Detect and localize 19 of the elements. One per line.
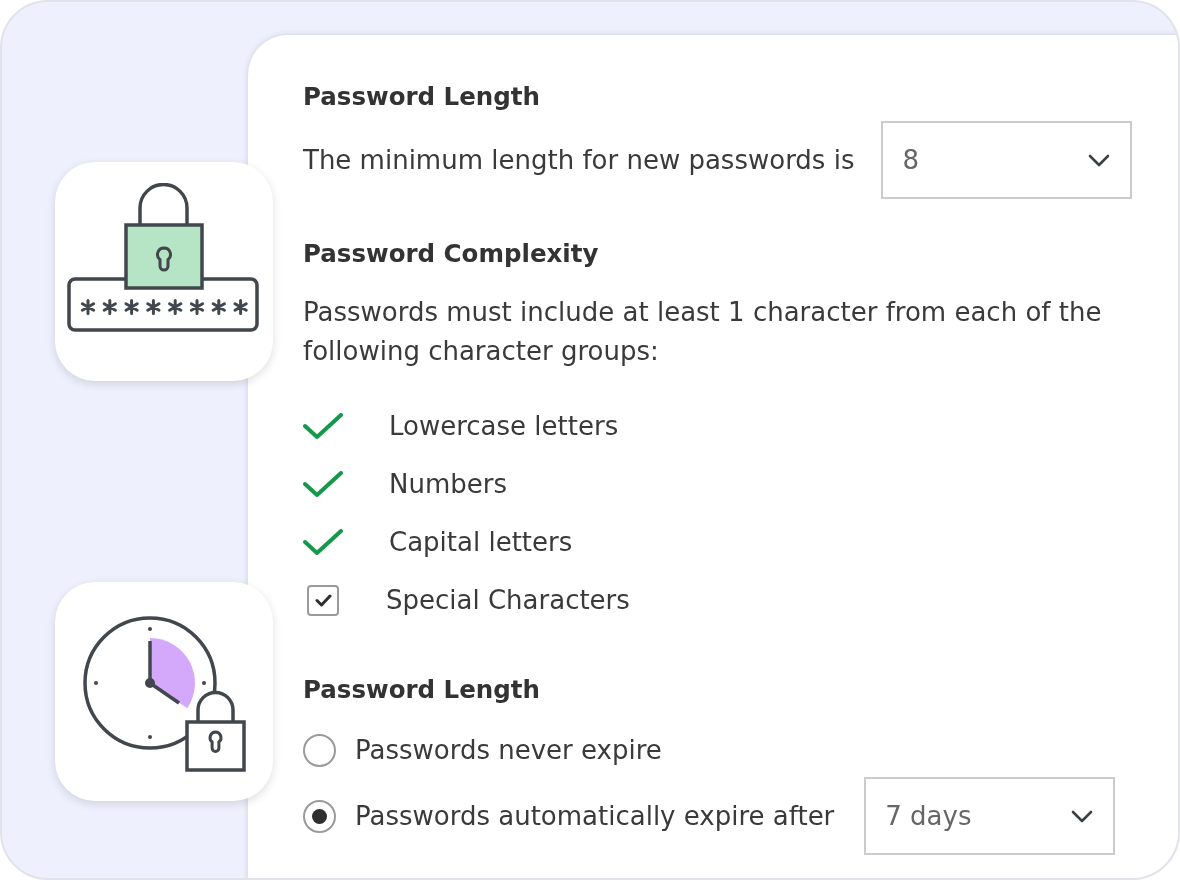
- section-heading: Password Length: [303, 674, 541, 706]
- requirement-label: Lowercase letters: [389, 409, 619, 443]
- dropdown-select[interactable]: 7 days: [864, 777, 1116, 855]
- option-label: Passwords never expire: [355, 733, 662, 767]
- setting-label: The minimum length for new passwords is: [303, 143, 855, 177]
- requirement-label: Special Characters: [386, 583, 630, 617]
- radio-button[interactable]: [303, 799, 336, 833]
- section-heading: Password Complexity: [303, 238, 600, 270]
- requirement-label: Capital letters: [389, 525, 573, 559]
- chevron-down-icon: [1088, 153, 1111, 167]
- requirement-label: Numbers: [389, 467, 507, 501]
- chevron-down-icon: [1071, 809, 1094, 823]
- checkmark-icon: [314, 593, 332, 607]
- description-text: Passwords must include at least 1 character from each of the following character groups:: [303, 296, 1103, 368]
- section-heading: Password Length: [303, 81, 541, 113]
- dropdown-select[interactable]: 8: [881, 121, 1133, 199]
- option-label: Passwords automatically expire after: [355, 799, 835, 833]
- radio-button[interactable]: [303, 733, 336, 767]
- checkbox[interactable]: [307, 584, 339, 616]
